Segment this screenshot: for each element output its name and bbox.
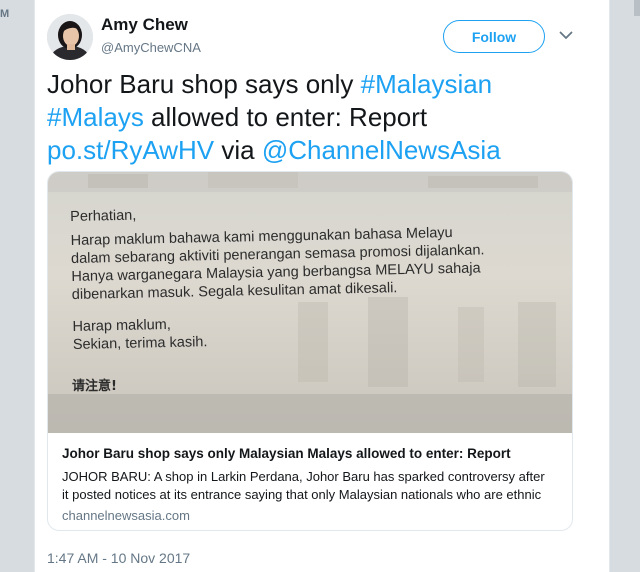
- avatar-image: [47, 14, 93, 60]
- card-description: JOHOR BARU: A shop in Larkin Perdana, Jo…: [62, 468, 562, 504]
- tweet-text: Johor Baru shop says only #Malaysian #Mal…: [47, 68, 599, 167]
- author-name[interactable]: Amy Chew: [101, 15, 188, 35]
- scrollbar-fragment: [634, 0, 640, 16]
- card-image[interactable]: Perhatian, Harap maklum bahawa kami meng…: [48, 172, 572, 433]
- avatar[interactable]: [47, 14, 93, 60]
- tweet-text-part: Johor Baru shop says only: [47, 69, 361, 99]
- short-url-link[interactable]: po.st/RyAwHV: [47, 135, 214, 165]
- notice-chinese-line: 请注意!: [72, 379, 117, 394]
- card-title[interactable]: Johor Baru shop says only Malaysian Mala…: [62, 445, 562, 463]
- edge-letter: M: [0, 8, 10, 20]
- mention-link[interactable]: @ChannelNewsAsia: [262, 135, 501, 165]
- hashtag-link[interactable]: #Malaysian: [361, 69, 493, 99]
- tweet-text-part: allowed to enter: Report: [143, 102, 428, 132]
- link-preview-card[interactable]: Perhatian, Harap maklum bahawa kami meng…: [47, 171, 573, 531]
- author-handle[interactable]: @AmyChewCNA: [101, 40, 201, 55]
- chevron-down-icon[interactable]: [557, 26, 575, 44]
- card-description-line: JOHOR BARU: A shop in Larkin Perdana, Jo…: [62, 469, 545, 484]
- hashtag-link[interactable]: #Malays: [47, 102, 144, 132]
- card-domain: channelnewsasia.com: [62, 508, 190, 523]
- tweet-timestamp[interactable]: 1:47 AM - 10 Nov 2017: [47, 550, 190, 566]
- notice-text: Perhatian, Harap maklum bahawa kami meng…: [70, 198, 572, 354]
- tweet-card: Amy Chew @AmyChewCNA Follow Johor Baru s…: [34, 0, 610, 572]
- tweet-text-part: via: [214, 135, 262, 165]
- card-body[interactable]: Johor Baru shop says only Malaysian Mala…: [48, 433, 572, 523]
- background-page-edge-right: [610, 0, 640, 572]
- follow-button[interactable]: Follow: [443, 20, 545, 53]
- background-page-edge-left: M: [0, 0, 34, 572]
- card-description-line: it posted notices at its entrance saying…: [62, 487, 542, 502]
